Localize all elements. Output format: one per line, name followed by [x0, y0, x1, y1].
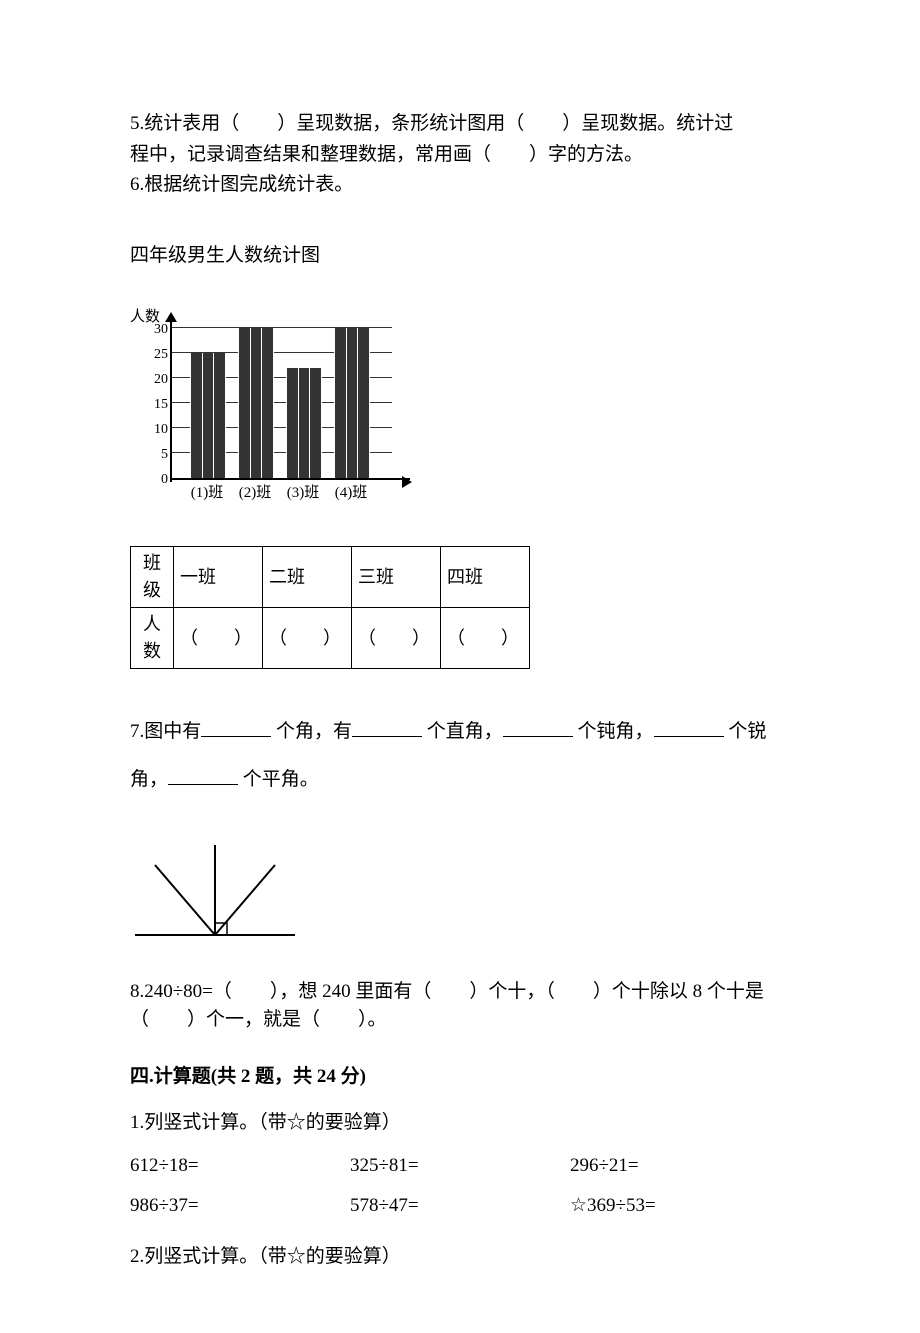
page: 5.统计表用（ ）呈现数据，条形统计图用（ ）呈现数据。统计过 程中，记录调查结… [0, 0, 920, 1333]
calc-item: 578÷47= [350, 1192, 570, 1221]
bar-chart: 人数 30 25 20 15 10 5 0 [130, 310, 410, 510]
q7-t3: 个直角， [427, 721, 503, 742]
calc-item: 296÷21= [570, 1152, 790, 1181]
tick-30: 30 [150, 323, 168, 337]
tick-5: 5 [150, 448, 168, 462]
calc-row: 986÷37= 578÷47= ☆369÷53= [130, 1192, 800, 1221]
blank-input[interactable] [654, 717, 724, 737]
calc-row: 612÷18= 325÷81= 296÷21= [130, 1152, 800, 1181]
bar-class-3 [286, 368, 322, 478]
q6: 6.根据统计图完成统计表。 [130, 171, 800, 200]
q7-line1: 7.图中有 个角，有 个直角， 个钝角， 个锐 [130, 709, 800, 755]
xlab-3: (3)班 [281, 482, 325, 505]
table-row: 班级 一班 二班 三班 四班 [131, 547, 530, 608]
bar-class-2 [238, 328, 274, 478]
blank-input[interactable] [168, 765, 238, 785]
tick-0: 0 [150, 473, 168, 487]
calc-item: 612÷18= [130, 1152, 350, 1181]
th-c1: 一班 [174, 547, 263, 608]
blank-input[interactable] [352, 717, 422, 737]
th-class: 班级 [131, 547, 174, 608]
th-c2: 二班 [263, 547, 352, 608]
blank-input[interactable] [201, 717, 271, 737]
q7-t7: 个平角。 [243, 769, 319, 790]
angle-figure [130, 840, 300, 950]
section-4-title: 四.计算题(共 2 题，共 24 分) [130, 1063, 800, 1092]
q5-line1: 5.统计表用（ ）呈现数据，条形统计图用（ ）呈现数据。统计过 [130, 110, 800, 139]
td-c2[interactable]: （ ） [263, 608, 352, 669]
stats-table: 班级 一班 二班 三班 四班 人数 （ ） （ ） （ ） （ ） [130, 546, 530, 669]
p1-title: 1.列竖式计算。（带☆的要验算） [130, 1109, 800, 1138]
th-c4: 四班 [441, 547, 530, 608]
calc-item: 325÷81= [350, 1152, 570, 1181]
blank-input[interactable] [503, 717, 573, 737]
bar-class-4 [334, 328, 370, 478]
tick-25: 25 [150, 348, 168, 362]
calc-item: ☆369÷53= [570, 1192, 790, 1221]
q7-t2: 个角，有 [276, 721, 352, 742]
q7-t6: 角， [130, 769, 168, 790]
table-row: 人数 （ ） （ ） （ ） （ ） [131, 608, 530, 669]
tick-15: 15 [150, 398, 168, 412]
tick-20: 20 [150, 373, 168, 387]
td-c3[interactable]: （ ） [352, 608, 441, 669]
q7-line2: 角， 个平角。 [130, 757, 800, 803]
td-c4[interactable]: （ ） [441, 608, 530, 669]
chart-title: 四年级男生人数统计图 [130, 242, 800, 271]
q7-t5: 个锐 [728, 721, 766, 742]
xlab-4: (4)班 [329, 482, 373, 505]
xlab-2: (2)班 [233, 482, 277, 505]
plot-area [172, 330, 410, 480]
calc-item: 986÷37= [130, 1192, 350, 1221]
q5-line2: 程中，记录调查结果和整理数据，常用画（ ）字的方法。 [130, 141, 800, 170]
x-labels: (1)班 (2)班 (3)班 (4)班 [172, 482, 410, 510]
q8: 8.240÷80=（ ），想 240 里面有（ ）个十，（ ）个十除以 8 个十… [130, 978, 800, 1035]
bar-class-1 [190, 353, 226, 478]
q7-t1: 7.图中有 [130, 721, 201, 742]
q7-t4: 个钝角， [578, 721, 654, 742]
td-c1[interactable]: （ ） [174, 608, 263, 669]
th-count: 人数 [131, 608, 174, 669]
tick-10: 10 [150, 423, 168, 437]
xlab-1: (1)班 [185, 482, 229, 505]
th-c3: 三班 [352, 547, 441, 608]
p2-title: 2.列竖式计算。（带☆的要验算） [130, 1243, 800, 1272]
